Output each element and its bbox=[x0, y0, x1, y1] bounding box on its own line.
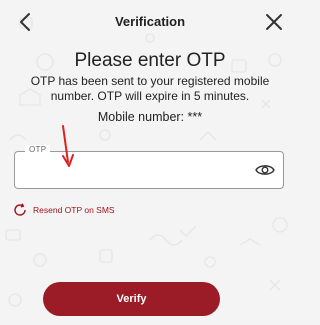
eye-icon[interactable] bbox=[255, 162, 275, 178]
page-title: Verification bbox=[114, 14, 186, 29]
otp-input[interactable] bbox=[25, 160, 249, 182]
verify-button[interactable]: Verify bbox=[43, 282, 220, 316]
close-icon[interactable] bbox=[262, 10, 286, 34]
refresh-icon bbox=[14, 203, 26, 216]
chevron-left-icon[interactable] bbox=[14, 10, 38, 34]
otp-field-label: OTP bbox=[25, 145, 51, 154]
otp-message: OTP has been sent to your registered mob… bbox=[30, 74, 270, 103]
otp-heading: Please enter OTP bbox=[74, 50, 226, 71]
otp-field[interactable]: OTP bbox=[14, 145, 284, 189]
resend-otp-label: Resend OTP on SMS bbox=[33, 205, 115, 215]
resend-otp-link[interactable]: Resend OTP on SMS bbox=[13, 202, 115, 218]
mobile-number-label: Mobile number: *** bbox=[97, 110, 203, 124]
header: Verification bbox=[0, 0, 300, 44]
